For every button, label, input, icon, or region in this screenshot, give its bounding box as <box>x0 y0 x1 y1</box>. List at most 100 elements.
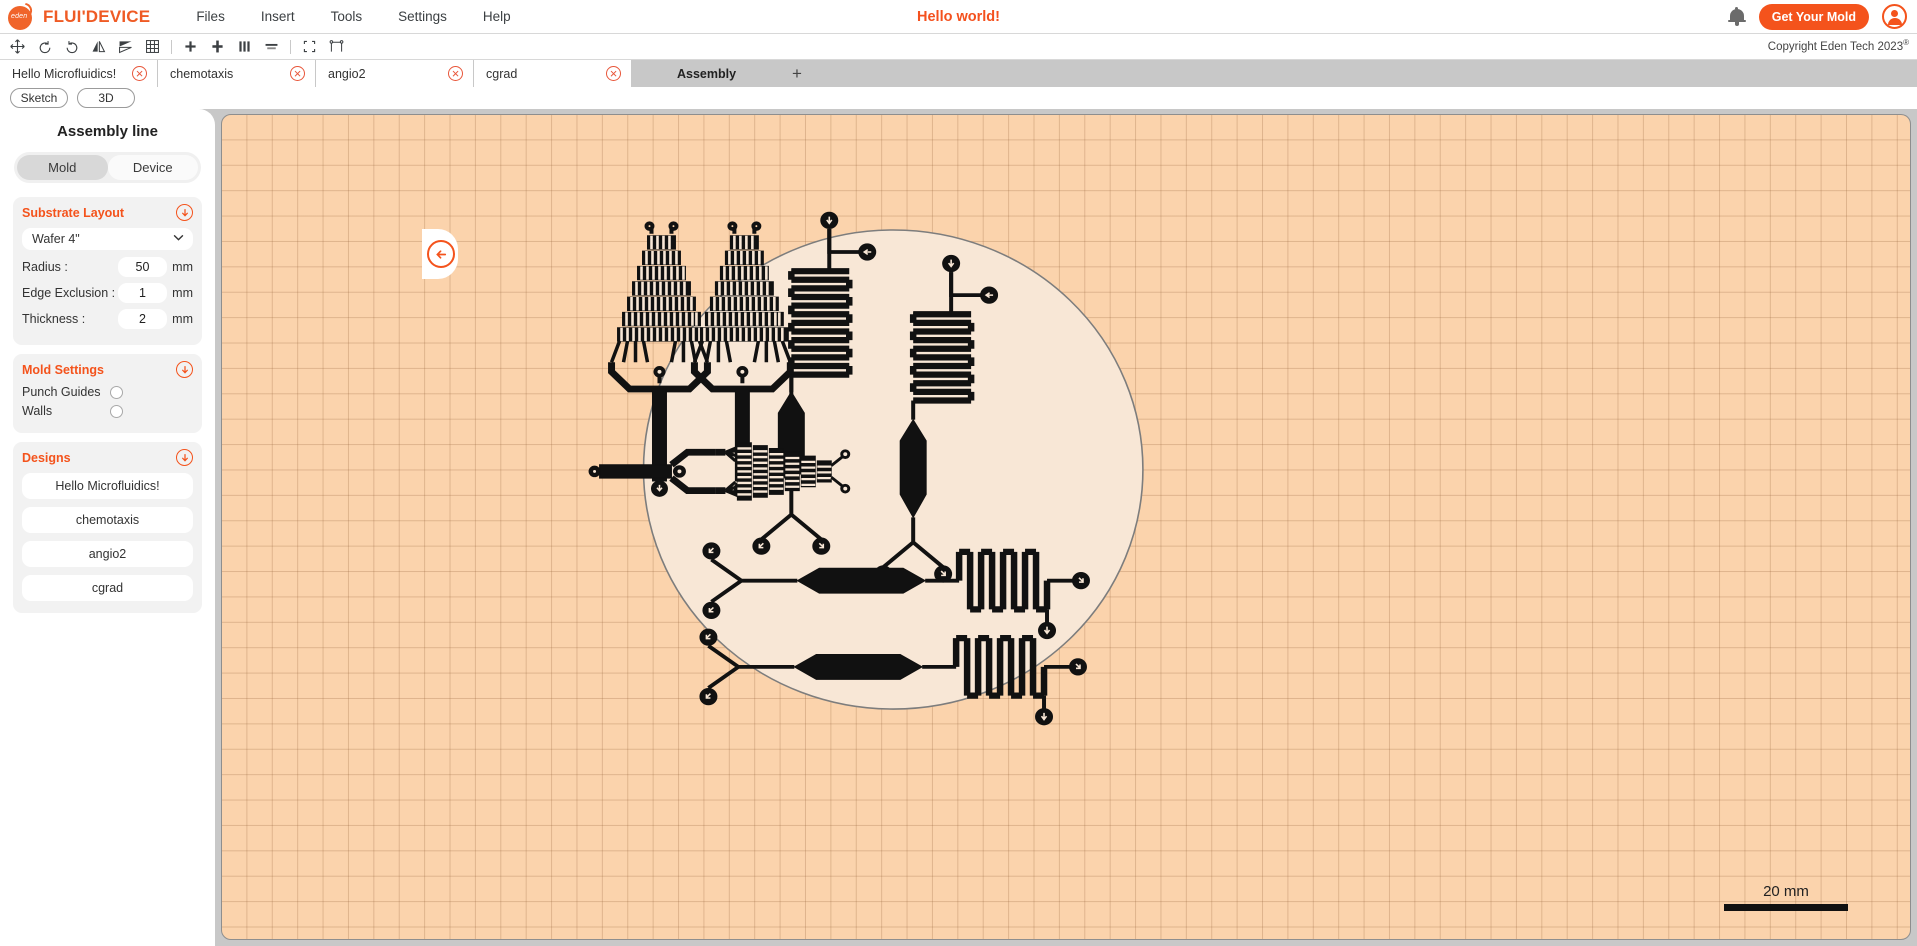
design-item-chemotaxis[interactable]: chemotaxis <box>22 507 193 533</box>
menu-files[interactable]: Files <box>178 5 243 28</box>
substrate-layout-header: Substrate Layout <box>22 204 193 221</box>
design-item-hello-microfluidics[interactable]: Hello Microfluidics! <box>22 473 193 499</box>
add-tab-button[interactable]: + <box>780 60 814 87</box>
wafer-layout-svg <box>588 211 1144 726</box>
avatar[interactable] <box>1882 4 1907 29</box>
design-item-angio2[interactable]: angio2 <box>22 541 193 567</box>
add-cross-icon[interactable] <box>204 36 231 58</box>
tool-bar: Copyright Eden Tech 2023® <box>0 34 1917 60</box>
rotate-cw-icon[interactable] <box>58 36 85 58</box>
add-vertical-icon[interactable] <box>177 36 204 58</box>
radius-label: Radius : <box>22 260 68 274</box>
radius-input[interactable] <box>118 257 167 277</box>
thickness-input[interactable] <box>118 309 167 329</box>
punch-guides-toggle[interactable] <box>110 385 123 399</box>
move-icon[interactable] <box>4 36 31 58</box>
walls-row: Walls <box>22 404 193 418</box>
tab-label: chemotaxis <box>170 66 234 81</box>
menubar-right-actions: Get Your Mold <box>1727 3 1917 30</box>
menu-insert[interactable]: Insert <box>243 5 313 28</box>
flip-vertical-icon[interactable] <box>112 36 139 58</box>
substrate-layout-section: Substrate Layout Wafer 4"Wafer 6"Wafer 8… <box>13 197 202 345</box>
close-icon[interactable] <box>132 66 147 81</box>
scale-bar-line <box>1724 904 1848 911</box>
close-icon[interactable] <box>448 66 463 81</box>
bounding-box-icon[interactable] <box>323 36 350 58</box>
segment-mold[interactable]: Mold <box>17 155 108 180</box>
designs-header: Designs <box>22 449 193 466</box>
mold-device-segmented-control: Mold Device <box>14 152 201 183</box>
tab-label: Assembly <box>676 66 737 81</box>
walls-toggle[interactable] <box>110 404 123 418</box>
menu-tools[interactable]: Tools <box>313 5 381 28</box>
tab-assembly[interactable]: Assembly <box>632 60 780 87</box>
serpentine-channel <box>788 268 853 378</box>
design-canvas[interactable]: 20 mm <box>221 114 1911 940</box>
menu-items: Files Insert Tools Settings Help <box>178 5 528 28</box>
mixing-chamber <box>796 567 927 594</box>
download-icon[interactable] <box>176 449 193 466</box>
edge-exclusion-input[interactable] <box>118 283 167 303</box>
distribute-horizontal-icon[interactable] <box>231 36 258 58</box>
application-window: eden FLUI'DEVICE Files Insert Tools Sett… <box>0 0 1917 946</box>
grid-icon[interactable] <box>139 36 166 58</box>
mode-3d-button[interactable]: 3D <box>77 88 135 108</box>
tab-angio2[interactable]: angio2 <box>316 60 474 87</box>
select-frame-icon[interactable] <box>296 36 323 58</box>
punch-guides-row: Punch Guides <box>22 385 193 399</box>
close-icon[interactable] <box>606 66 621 81</box>
radius-field-row: Radius : mm <box>22 257 193 277</box>
notification-bell-icon[interactable] <box>1727 6 1746 27</box>
brand-logo[interactable]: eden FLUI'DEVICE <box>0 2 151 30</box>
tab-chemotaxis[interactable]: chemotaxis <box>158 60 316 87</box>
design-item-cgrad[interactable]: cgrad <box>22 575 193 601</box>
radius-unit: mm <box>172 260 193 274</box>
section-title: Substrate Layout <box>22 205 125 220</box>
tab-label: cgrad <box>486 66 518 81</box>
close-icon[interactable] <box>290 66 305 81</box>
tab-hello-microfluidics[interactable]: Hello Microfluidics! <box>0 60 158 87</box>
section-title: Mold Settings <box>22 362 104 377</box>
download-icon[interactable] <box>176 204 193 221</box>
menu-help[interactable]: Help <box>465 5 529 28</box>
segment-device[interactable]: Device <box>107 155 198 180</box>
thickness-label: Thickness : <box>22 312 86 326</box>
menu-bar: eden FLUI'DEVICE Files Insert Tools Sett… <box>0 0 1917 34</box>
page-title: Assembly line <box>57 123 158 140</box>
tab-label: Hello Microfluidics! <box>12 66 117 81</box>
toolbar-separator <box>171 39 172 54</box>
edge-exclusion-label: Edge Exclusion : <box>22 286 116 300</box>
align-center-icon[interactable] <box>258 36 285 58</box>
mode-bar: Sketch 3D <box>0 87 1917 109</box>
edge-exclusion-field-row: Edge Exclusion : mm <box>22 283 193 303</box>
brand-name: FLUI'DEVICE <box>43 6 151 26</box>
serpentine-channel <box>955 548 1051 613</box>
eden-logo-icon: eden <box>8 2 35 30</box>
collapse-sidebar-button[interactable] <box>427 240 455 268</box>
thickness-field-row: Thickness : mm <box>22 309 193 329</box>
arrow-left-circle-icon <box>435 249 446 259</box>
workspace: Assembly line Mold Device Substrate Layo… <box>0 109 1917 946</box>
substrate-layout-select-wrap: Wafer 4"Wafer 6"Wafer 8"Custom <box>22 228 193 250</box>
tab-label: angio2 <box>328 66 366 81</box>
copyright-label: Copyright Eden Tech 2023 <box>1767 40 1904 53</box>
section-title: Designs <box>22 450 71 465</box>
logo-inner-text: eden <box>11 12 28 20</box>
download-icon[interactable] <box>176 361 193 378</box>
punch-guides-label: Punch Guides <box>22 385 101 399</box>
toolbar-separator-2 <box>290 39 291 54</box>
scale-bar: 20 mm <box>1724 883 1848 911</box>
designs-section: Designs Hello Microfluidics! chemotaxis … <box>13 442 202 613</box>
walls-label: Walls <box>22 404 53 418</box>
sidebar-panel: Assembly line Mold Device Substrate Layo… <box>0 109 215 946</box>
substrate-layout-select[interactable]: Wafer 4"Wafer 6"Wafer 8"Custom <box>22 228 193 250</box>
menu-settings[interactable]: Settings <box>380 5 465 28</box>
mold-settings-section: Mold Settings Punch Guides Walls <box>13 354 202 433</box>
copyright-mark: ® <box>1903 38 1909 47</box>
get-your-mold-button[interactable]: Get Your Mold <box>1758 3 1869 30</box>
tab-cgrad[interactable]: cgrad <box>474 60 632 87</box>
flip-horizontal-icon[interactable] <box>85 36 112 58</box>
rotate-ccw-icon[interactable] <box>31 36 58 58</box>
thickness-unit: mm <box>172 312 193 326</box>
mode-sketch-button[interactable]: Sketch <box>10 88 68 108</box>
